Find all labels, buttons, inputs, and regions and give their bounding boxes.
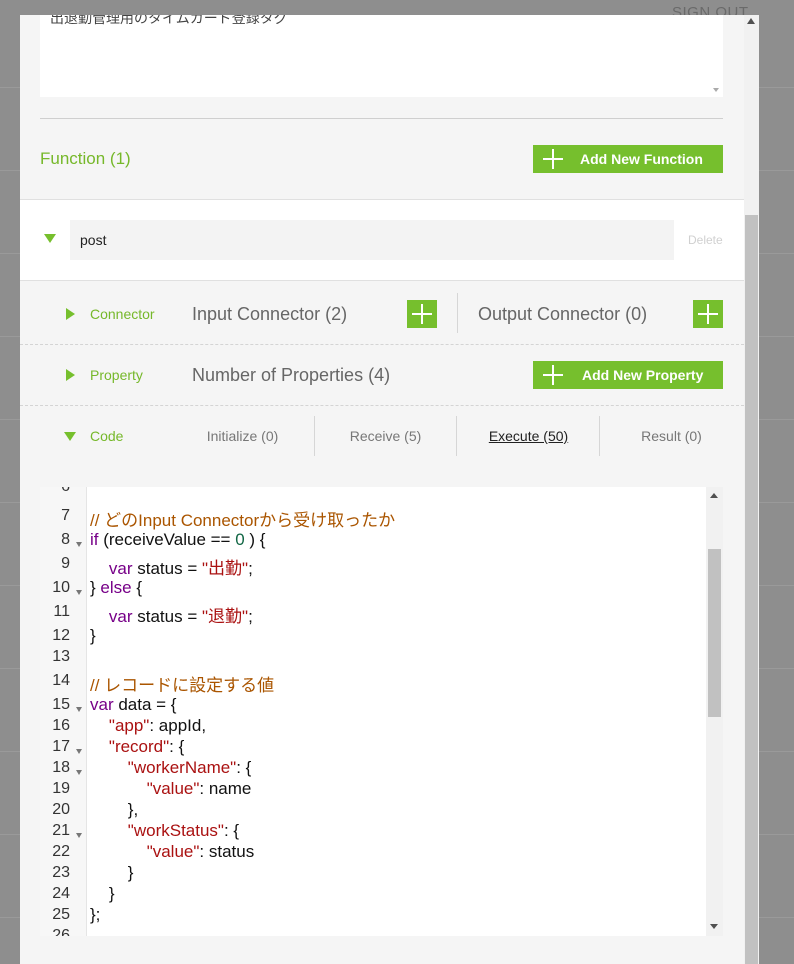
code-line: // どのInput Connectorから受け取ったか xyxy=(90,511,396,530)
code-line: var data = { xyxy=(90,695,177,714)
scroll-thumb[interactable] xyxy=(745,215,758,964)
code-line: "value": status xyxy=(146,842,255,861)
line-number: 8 xyxy=(61,531,70,548)
code-editor[interactable]: 6 7 8 9 10 11 12 13 14 15 16 17 18 19 20 21 22 23 24 25 26 /… xyxy=(40,487,723,936)
plus-icon xyxy=(543,149,563,169)
scroll-down-icon[interactable] xyxy=(710,924,718,929)
code-line: var status = "出勤"; xyxy=(108,559,253,578)
code-line: "workerName": { xyxy=(127,758,252,777)
line-number-gutter: 6 7 8 9 10 11 12 13 14 15 16 17 18 19 20 21 22 23 24 25 26 xyxy=(40,487,87,936)
add-new-property-label: Add New Property xyxy=(582,367,704,383)
property-count: Number of Properties (4) xyxy=(192,365,391,385)
fold-arrow-icon[interactable] xyxy=(76,770,82,775)
connector-label[interactable]: Connector xyxy=(90,306,155,322)
property-label[interactable]: Property xyxy=(90,367,143,383)
line-number: 14 xyxy=(52,672,70,689)
function-section-title: Function (1) xyxy=(40,149,131,168)
line-number: 15 xyxy=(52,696,70,713)
scroll-up-icon[interactable] xyxy=(747,18,755,24)
line-number: 16 xyxy=(52,717,70,734)
line-number: 13 xyxy=(52,648,70,665)
tab-execute[interactable]: Execute (50) xyxy=(457,428,600,444)
line-number: 10 xyxy=(52,579,70,596)
line-number: 21 xyxy=(52,822,70,839)
add-input-connector-button[interactable] xyxy=(407,300,437,328)
code-line: } xyxy=(90,626,96,645)
line-number: 19 xyxy=(52,780,70,797)
divider xyxy=(40,118,723,119)
line-number: 23 xyxy=(52,864,70,881)
code-line: if (receiveValue == 0 ) { xyxy=(90,530,266,549)
line-number: 7 xyxy=(61,507,70,524)
code-line: var status = "退勤"; xyxy=(108,607,253,626)
collapse-code-icon[interactable] xyxy=(64,432,76,441)
line-number: 22 xyxy=(52,843,70,860)
line-number: 20 xyxy=(52,801,70,818)
fold-arrow-icon[interactable] xyxy=(76,707,82,712)
plus-icon xyxy=(698,304,718,324)
code-line: }; xyxy=(90,905,101,924)
plus-icon xyxy=(412,304,432,324)
add-new-function-button[interactable]: Add New Function xyxy=(533,145,723,173)
code-line: } xyxy=(90,884,115,903)
description-textarea[interactable]: 出退勤管理用のタイムカード登録タグ xyxy=(40,15,723,97)
expand-connector-icon[interactable] xyxy=(66,308,75,320)
add-output-connector-button[interactable] xyxy=(693,300,723,328)
line-number: 9 xyxy=(61,555,70,572)
scroll-thumb[interactable] xyxy=(708,549,721,717)
line-number: 18 xyxy=(52,759,70,776)
code-line: }, xyxy=(90,800,139,819)
code-line: } xyxy=(90,863,134,882)
function-row: post Delete xyxy=(20,200,744,280)
fold-arrow-icon[interactable] xyxy=(76,833,82,838)
code-line: "value": name xyxy=(146,779,252,798)
modal-scrollbar[interactable] xyxy=(744,15,759,964)
code-scrollbar[interactable] xyxy=(706,487,723,936)
scroll-up-icon[interactable] xyxy=(710,493,718,498)
function-name-input[interactable]: post xyxy=(70,220,674,260)
collapse-function-icon[interactable] xyxy=(44,234,56,243)
add-new-property-button[interactable]: Add New Property xyxy=(533,361,723,389)
add-new-function-label: Add New Function xyxy=(580,151,703,167)
code-line: "workStatus": { xyxy=(127,821,240,840)
edit-tag-modal: 出退勤管理用のタイムカード登録タグ Function (1) Add New F… xyxy=(20,15,744,964)
code-line: "app": appId, xyxy=(108,716,207,735)
code-line: // レコードに設定する値 xyxy=(90,676,275,695)
description-text: 出退勤管理用のタイムカード登録タグ xyxy=(50,15,288,27)
tab-result[interactable]: Result (0) xyxy=(600,428,743,444)
fold-arrow-icon[interactable] xyxy=(76,542,82,547)
line-number: 17 xyxy=(52,738,70,755)
fold-arrow-icon[interactable] xyxy=(76,590,82,595)
plus-icon xyxy=(543,365,563,385)
line-number: 11 xyxy=(53,603,70,620)
delete-function-link[interactable]: Delete xyxy=(688,233,723,247)
line-number: 24 xyxy=(52,885,70,902)
input-connector-count: Input Connector (2) xyxy=(192,304,348,324)
output-connector-count: Output Connector (0) xyxy=(478,304,648,324)
textarea-scroll-down-icon[interactable] xyxy=(713,88,719,92)
expand-property-icon[interactable] xyxy=(66,369,75,381)
code-line: } else { xyxy=(90,578,142,597)
tab-receive[interactable]: Receive (5) xyxy=(314,428,457,444)
line-number: 25 xyxy=(52,906,70,923)
code-line: "record": { xyxy=(108,737,185,756)
line-number: 6 xyxy=(40,487,70,496)
line-number: 26 xyxy=(52,927,70,936)
fold-arrow-icon[interactable] xyxy=(76,749,82,754)
line-number: 12 xyxy=(52,627,70,644)
code-label[interactable]: Code xyxy=(90,428,123,444)
tab-initialize[interactable]: Initialize (0) xyxy=(171,428,314,444)
